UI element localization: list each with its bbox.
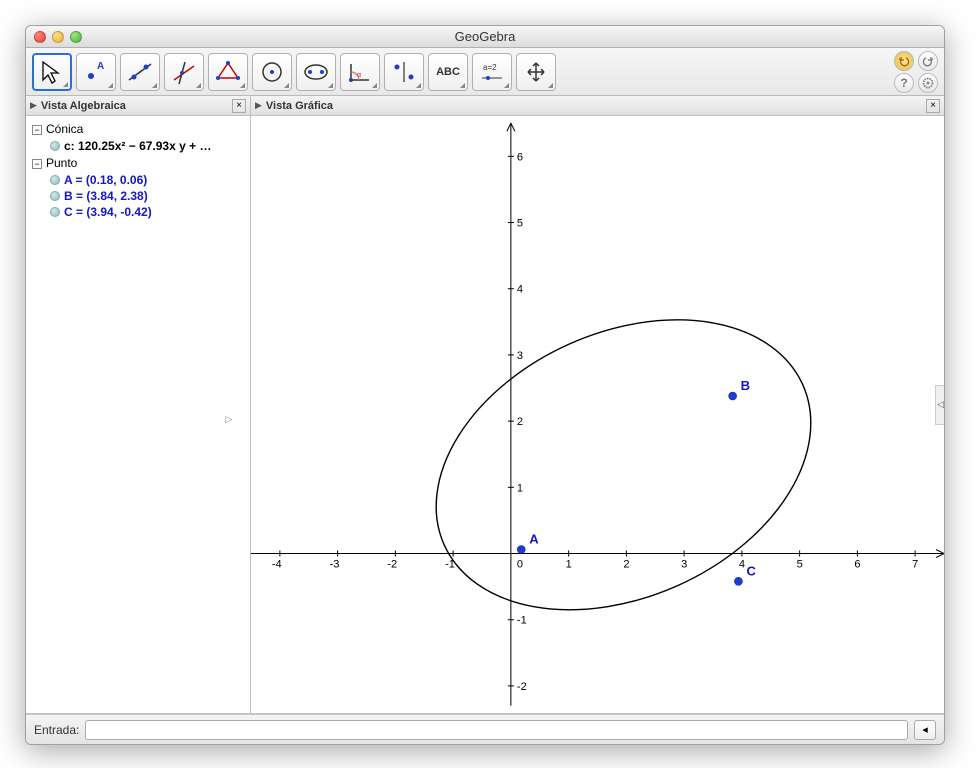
graphics-panel-title: Vista Gráfica <box>266 100 926 112</box>
toolbar-right: ? <box>894 51 938 93</box>
svg-text:1: 1 <box>566 559 572 571</box>
input-submit-button[interactable]: ◂ <box>914 720 936 740</box>
polygon-tool[interactable] <box>208 53 248 91</box>
chevron-right-icon[interactable]: ▶ <box>30 100 37 111</box>
text-tool[interactable]: ABC <box>428 53 468 91</box>
algebra-item-a[interactable]: A = (0.18, 0.06) <box>50 172 244 188</box>
algebra-panel-close[interactable]: × <box>232 99 246 113</box>
slider-tool-text: a=2 <box>483 63 497 72</box>
zoom-window-button[interactable] <box>70 31 82 43</box>
svg-text:2: 2 <box>623 559 629 571</box>
text-tool-label: ABC <box>436 66 460 78</box>
svg-text:A: A <box>97 61 104 72</box>
svg-text:6: 6 <box>517 151 523 163</box>
graphics-canvas[interactable]: -4-3-2-101234567-2-1123456ABC <box>251 116 944 713</box>
help-button[interactable]: ? <box>894 73 914 93</box>
point-tool[interactable]: A <box>76 53 116 91</box>
algebra-item-c-point[interactable]: C = (3.94, -0.42) <box>50 204 244 220</box>
toolbar: A α ABC <box>26 48 944 96</box>
svg-text:-2: -2 <box>517 681 527 693</box>
chevron-right-icon[interactable]: ▶ <box>255 100 262 111</box>
algebra-item-b[interactable]: B = (3.84, 2.38) <box>50 188 244 204</box>
graphics-panel-close[interactable]: × <box>926 99 940 113</box>
svg-text:2: 2 <box>517 416 523 428</box>
svg-text:6: 6 <box>854 559 860 571</box>
svg-text:3: 3 <box>517 350 523 362</box>
collapse-toggle[interactable]: − <box>32 159 42 169</box>
svg-text:3: 3 <box>681 559 687 571</box>
move-drag-tool[interactable] <box>516 53 556 91</box>
collapse-toggle[interactable]: − <box>32 125 42 135</box>
titlebar: GeoGebra <box>26 26 944 48</box>
window-title: GeoGebra <box>26 29 944 44</box>
perpendicular-tool[interactable] <box>164 53 204 91</box>
close-window-button[interactable] <box>34 31 46 43</box>
minimize-window-button[interactable] <box>52 31 64 43</box>
graphics-panel-header: ▶ Vista Gráfica × <box>251 96 944 116</box>
slider-tool[interactable]: a=2 <box>472 53 512 91</box>
algebra-panel-title: Vista Algebraica <box>41 100 232 112</box>
svg-text:-2: -2 <box>387 559 397 571</box>
svg-text:-3: -3 <box>330 559 340 571</box>
content-area: ▶ Vista Algebraica × −Cónica c: 120.25x²… <box>26 96 944 714</box>
gear-icon <box>922 77 934 89</box>
svg-text:α: α <box>357 72 361 79</box>
plot-svg[interactable]: -4-3-2-101234567-2-1123456ABC <box>251 116 944 713</box>
circle-tool[interactable] <box>252 53 292 91</box>
input-label: Entrada: <box>34 723 79 737</box>
algebra-panel-header: ▶ Vista Algebraica × <box>26 96 250 116</box>
move-tool[interactable] <box>32 53 72 91</box>
svg-text:-4: -4 <box>272 559 282 571</box>
algebra-panel: ▶ Vista Algebraica × −Cónica c: 120.25x²… <box>26 96 251 713</box>
svg-text:A: A <box>529 532 539 547</box>
category-punto[interactable]: −Punto <box>32 156 244 170</box>
reflect-tool[interactable] <box>384 53 424 91</box>
visibility-bullet-icon[interactable] <box>50 191 60 201</box>
graphics-panel: ▶ Vista Gráfica × -4-3-2-101234567-2-112… <box>251 96 944 713</box>
angle-tool[interactable]: α <box>340 53 380 91</box>
traffic-lights <box>34 31 82 43</box>
input-bar: Entrada: ◂ <box>26 714 944 744</box>
category-conic[interactable]: −Cónica <box>32 122 244 136</box>
svg-text:4: 4 <box>739 559 745 571</box>
redo-button[interactable] <box>918 51 938 71</box>
svg-text:B: B <box>741 378 750 393</box>
settings-button[interactable] <box>918 73 938 93</box>
algebra-body[interactable]: −Cónica c: 120.25x² − 67.93x y + … −Punt… <box>26 116 250 713</box>
svg-text:-1: -1 <box>517 615 527 627</box>
undo-button[interactable] <box>894 51 914 71</box>
svg-text:C: C <box>746 563 756 578</box>
visibility-bullet-icon[interactable] <box>50 141 60 151</box>
svg-text:4: 4 <box>517 284 523 296</box>
svg-text:7: 7 <box>912 559 918 571</box>
svg-text:0: 0 <box>517 559 523 571</box>
command-input[interactable] <box>85 720 908 740</box>
app-window: GeoGebra A α <box>25 25 945 745</box>
svg-text:1: 1 <box>517 482 523 494</box>
visibility-bullet-icon[interactable] <box>50 175 60 185</box>
algebra-item-c[interactable]: c: 120.25x² − 67.93x y + … <box>50 138 244 154</box>
side-expand-handle[interactable]: ◁ <box>935 385 945 425</box>
line-tool[interactable] <box>120 53 160 91</box>
left-expand-handle[interactable]: ▷ <box>224 399 234 439</box>
svg-text:5: 5 <box>517 218 523 230</box>
ellipse-tool[interactable] <box>296 53 336 91</box>
visibility-bullet-icon[interactable] <box>50 207 60 217</box>
svg-text:5: 5 <box>797 559 803 571</box>
